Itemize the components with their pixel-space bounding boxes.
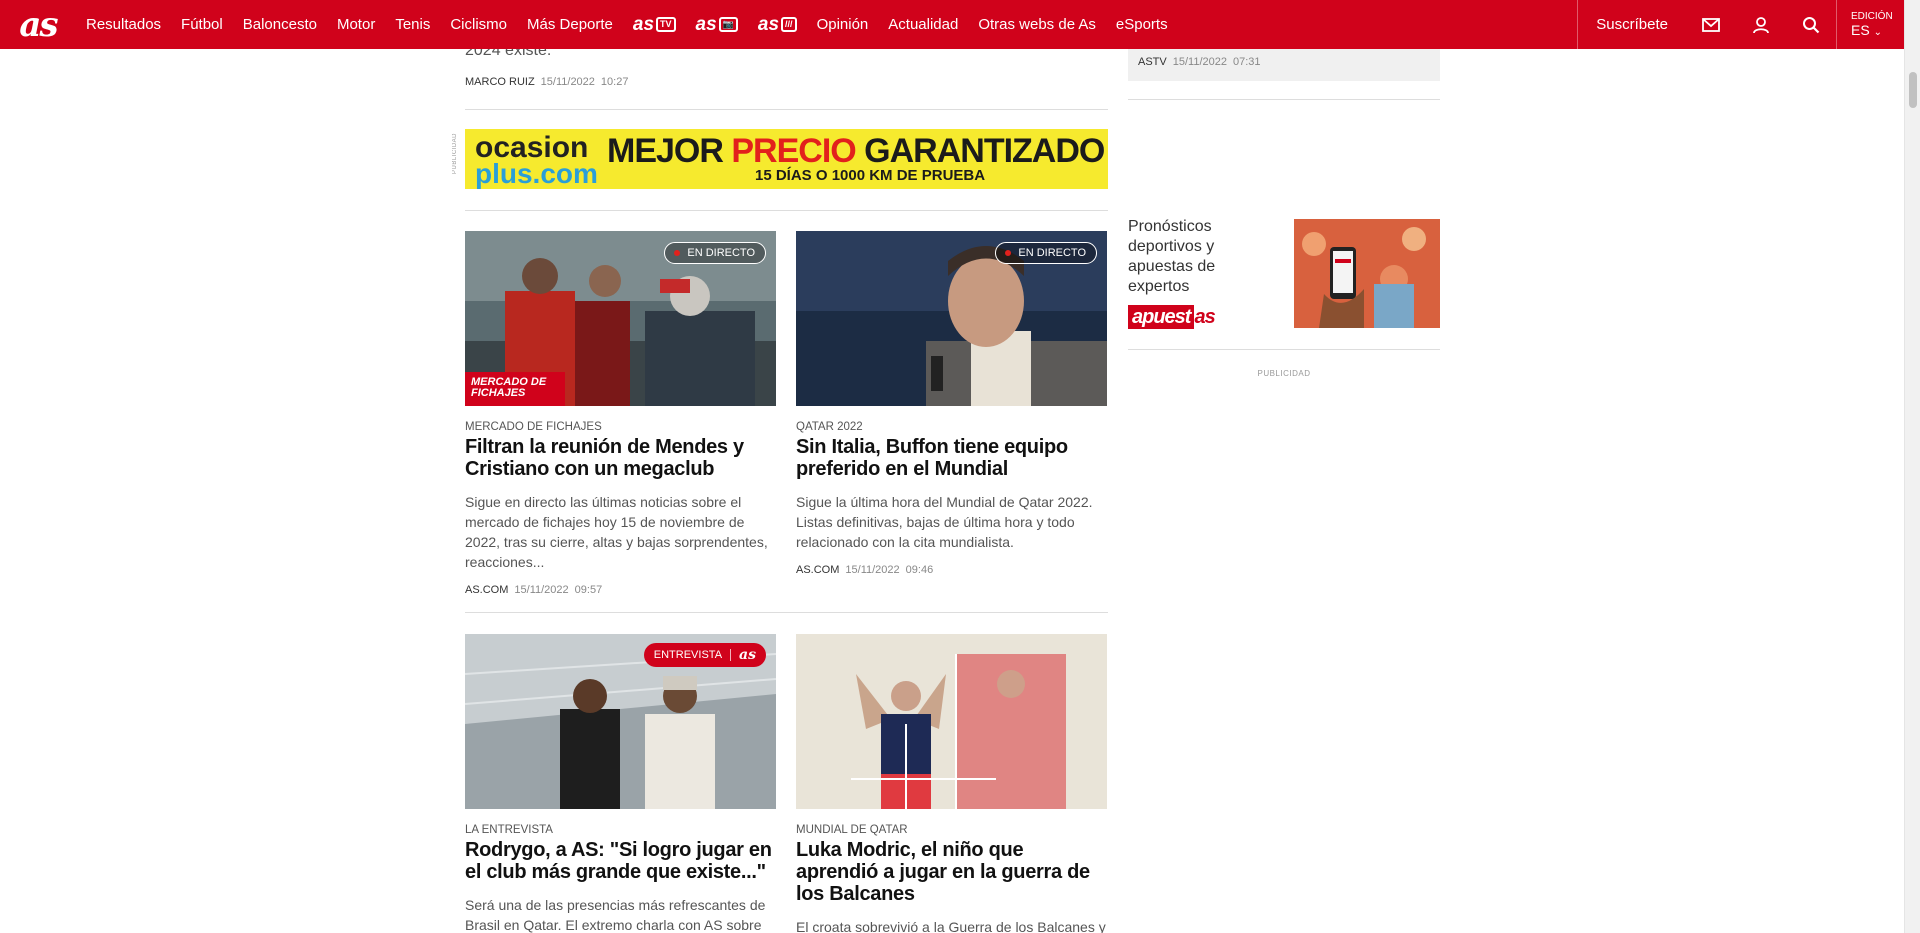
mercado-fichajes-tag: MERCADO DE FICHAJES (465, 372, 565, 406)
ad-label: PUBLICIDAD (452, 133, 458, 175)
article-summary: El croata sobrevivió a la Guerra de los … (796, 919, 1106, 933)
article-date: 15/11/2022 (845, 564, 900, 576)
ad-subline: 15 DÍAS O 1000 KM DE PRUEBA (755, 167, 986, 184)
modric-photo (796, 634, 1107, 809)
article-time: 09:57 (574, 584, 603, 596)
as-logo[interactable]: as (0, 0, 76, 49)
article-image[interactable]: ENTREVISTA as (465, 634, 776, 809)
live-badge: EN DIRECTO (995, 242, 1097, 264)
nav-link-motor[interactable]: Motor (327, 0, 385, 49)
search-button[interactable] (1786, 0, 1836, 49)
mail-icon (1702, 17, 1720, 32)
previous-article-byline: MARCO RUIZ 15/11/2022 10:27 (465, 76, 628, 88)
article-time: 10:27 (600, 76, 629, 88)
article-source: AS.COM (796, 564, 840, 576)
article-date: 15/11/2022 (514, 584, 569, 596)
article-summary: Sigue en directo las últimas noticias so… (465, 494, 768, 570)
live-badge: EN DIRECTO (664, 242, 766, 264)
article-image[interactable]: EN DIRECTO (796, 231, 1107, 406)
as-audio-logo-text: as (757, 13, 780, 35)
nav-link-mas-deporte[interactable]: Más Deporte (517, 0, 623, 49)
as-photo-logo-text: as (695, 13, 717, 35)
article-kicker[interactable]: QATAR 2022 (796, 421, 1107, 433)
article-card[interactable]: EN DIRECTO MERCADO DE FICHAJES MERCADO D… (465, 231, 776, 596)
article-kicker[interactable]: LA ENTREVISTA (465, 824, 776, 836)
nav-link-otras-webs[interactable]: Otras webs de As (968, 0, 1106, 49)
nav-link-actualidad[interactable]: Actualidad (878, 0, 968, 49)
divider (465, 210, 1108, 211)
article-meta: AS.COM 15/11/2022 09:46 (796, 564, 1107, 576)
sidebar-meta: ASTV 15/11/2022 07:31 (1138, 56, 1261, 68)
nav-link-tenis[interactable]: Tenis (385, 0, 440, 49)
ocasion-plus-ad-banner[interactable]: ocasion plus.com MEJOR PRECIO GARANTIZAD… (465, 129, 1108, 189)
sidebar-date: 15/11/2022 (1172, 56, 1227, 68)
as-audio-link[interactable]: as/// (748, 14, 807, 36)
article-summary: Sigue la última hora del Mundial de Qata… (796, 494, 1093, 550)
chevron-down-icon: ⌄ (1873, 27, 1882, 38)
article-meta: AS.COM 15/11/2022 09:57 (465, 584, 776, 596)
apuestas-logo[interactable]: apuest as (1128, 305, 1230, 329)
author-link[interactable]: MARCO RUIZ (465, 76, 535, 88)
ad-brand-line2: plus.com (475, 158, 598, 189)
nav-link-ciclismo[interactable]: Ciclismo (440, 0, 517, 49)
interview-badge: ENTREVISTA as (643, 643, 766, 667)
user-icon (1753, 16, 1769, 33)
scrollbar-thumb[interactable] (1909, 72, 1917, 108)
user-button[interactable] (1736, 0, 1786, 49)
divider (465, 612, 1108, 613)
edition-value: ES ⌄ (1851, 22, 1882, 38)
badge-separator (730, 649, 732, 661)
as-badge-logo: as (739, 647, 756, 663)
article-card[interactable]: EN DIRECTO QATAR 2022 Sin Italia, Buffon… (796, 231, 1107, 576)
nav-link-opinion[interactable]: Opinión (807, 0, 879, 49)
camera-icon: 📷 (718, 17, 738, 32)
article-headline[interactable]: Sin Italia, Buffon tiene equipo preferid… (796, 436, 1107, 480)
as-photo-link[interactable]: as 📷 (686, 14, 748, 36)
article-time: 09:46 (905, 564, 934, 576)
divider (1128, 349, 1440, 350)
sidebar-video-card[interactable]: ASTV 15/11/2022 07:31 (1128, 47, 1440, 81)
sidebar-time: 07:31 (1232, 56, 1261, 68)
article-kicker[interactable]: MERCADO DE FICHAJES (465, 421, 776, 433)
sidebar-ad-label: PUBLICIDAD (1257, 369, 1311, 378)
as-tv-logo-text: as (632, 13, 655, 35)
apuestas-promo-image[interactable] (1294, 219, 1440, 328)
subscribe-button[interactable]: Suscríbete (1577, 0, 1686, 49)
article-headline[interactable]: Luka Modric, el niño que aprendió a juga… (796, 839, 1107, 905)
article-card[interactable]: ENTREVISTA as LA ENTREVISTA Rodrygo, a A… (465, 634, 776, 933)
nav-link-esports[interactable]: eSports (1106, 0, 1178, 49)
ad-headline: MEJOR PRECIO GARANTIZADO (607, 132, 1105, 170)
divider (1128, 99, 1440, 100)
nav-right: Suscríbete EDICIÓN ES ⌄ (1577, 0, 1904, 49)
as-tv-link[interactable]: as TV (623, 14, 686, 36)
search-icon (1803, 16, 1820, 33)
top-navigation: as Resultados Fútbol Baloncesto Motor Te… (0, 0, 1904, 49)
sidebar-source: ASTV (1138, 56, 1167, 68)
nav-links: Resultados Fútbol Baloncesto Motor Tenis… (76, 0, 1178, 49)
audio-icon: /// (781, 17, 797, 32)
article-image[interactable]: EN DIRECTO MERCADO DE FICHAJES (465, 231, 776, 406)
article-headline[interactable]: Rodrygo, a AS: "Si logro jugar en el clu… (465, 839, 776, 883)
article-image[interactable] (796, 634, 1107, 809)
article-source: AS.COM (465, 584, 509, 596)
article-date: 15/11/2022 (540, 76, 595, 88)
nav-link-resultados[interactable]: Resultados (76, 0, 171, 49)
article-kicker[interactable]: MUNDIAL DE QATAR (796, 824, 1107, 836)
tv-icon: TV (656, 17, 676, 32)
article-card[interactable]: MUNDIAL DE QATAR Luka Modric, el niño qu… (796, 634, 1107, 933)
edition-selector[interactable]: EDICIÓN ES ⌄ (1836, 0, 1904, 49)
article-summary: Será una de las presencias más refrescan… (465, 897, 766, 933)
edition-label: EDICIÓN (1851, 11, 1893, 22)
divider (465, 109, 1108, 110)
fans-with-phone-photo (1294, 219, 1440, 328)
nav-link-futbol[interactable]: Fútbol (171, 0, 233, 49)
nav-link-baloncesto[interactable]: Baloncesto (233, 0, 327, 49)
newsletter-button[interactable] (1686, 0, 1736, 49)
apuestas-promo-text[interactable]: Pronósticos deportivos y apuestas de exp… (1128, 217, 1248, 297)
article-headline[interactable]: Filtran la reunión de Mendes y Cristiano… (465, 436, 776, 480)
page-scrollbar[interactable] (1904, 0, 1920, 933)
